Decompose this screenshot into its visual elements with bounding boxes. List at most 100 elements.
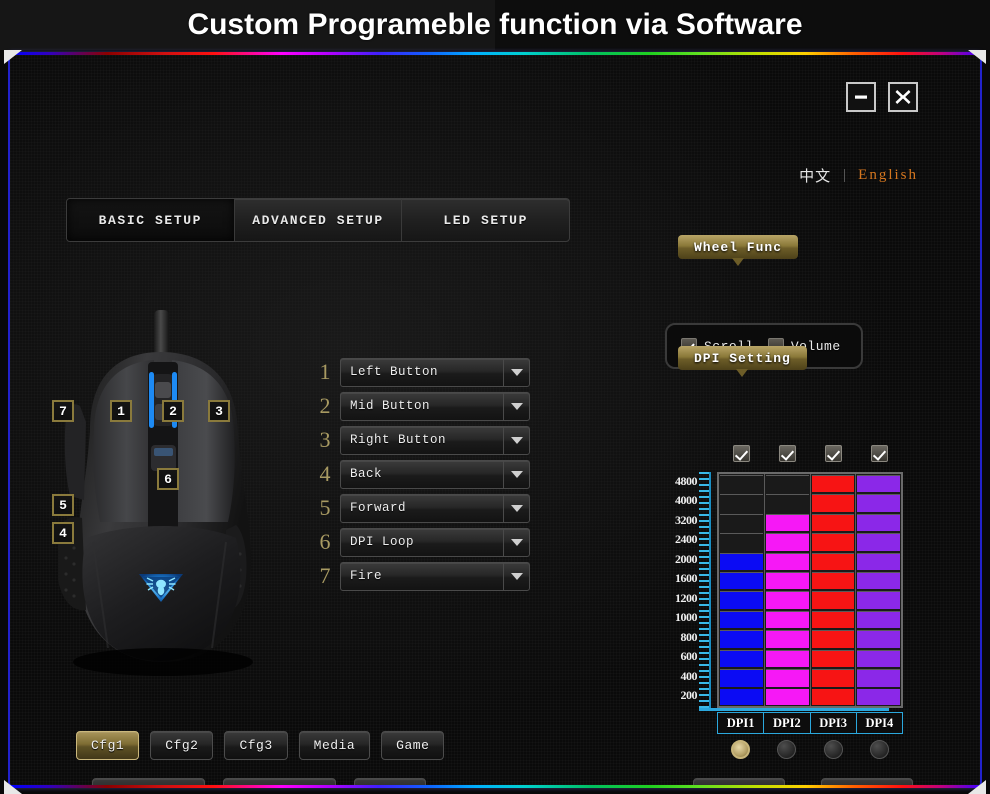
chevron-down-icon[interactable]: [503, 358, 529, 386]
config-button-cfg3[interactable]: Cfg3: [224, 731, 288, 760]
dpi-cell-3-2000[interactable]: [811, 552, 855, 571]
language-english[interactable]: English: [858, 167, 918, 184]
button-dropdown-5[interactable]: Forward: [340, 493, 530, 523]
dpi-column-1[interactable]: [719, 474, 765, 706]
apply-button[interactable]: Apply: [693, 778, 785, 785]
dpi-cell-3-200[interactable]: [811, 688, 855, 705]
dpi-cell-3-4800[interactable]: [811, 474, 855, 493]
close-button[interactable]: [888, 82, 918, 112]
checkbox-dpi4-icon[interactable]: [870, 445, 888, 462]
dpi-cell-3-4000[interactable]: [811, 494, 855, 512]
dpi-column-2[interactable]: [765, 474, 811, 706]
button-assignment-row-4: 4 Back: [310, 457, 550, 491]
dpi-cell-4-1200[interactable]: [857, 591, 900, 609]
dpi-cell-4-800[interactable]: [857, 630, 900, 648]
dpi-cell-1-1000[interactable]: [720, 610, 763, 629]
button-dropdown-6[interactable]: DPI Loop: [340, 527, 530, 557]
dpi-cell-2-600[interactable]: [765, 649, 809, 668]
dpi-cell-1-1600[interactable]: [720, 572, 763, 590]
dpi-cell-4-200[interactable]: [857, 688, 900, 705]
dpi-cell-3-2400[interactable]: [811, 533, 855, 551]
dpi-cell-2-3200[interactable]: [765, 513, 809, 532]
button-dropdown-1[interactable]: Left Button: [340, 357, 530, 387]
button-dropdown-7[interactable]: Fire: [340, 561, 530, 591]
radio-dpi1[interactable]: [730, 740, 750, 759]
config-button-cfg1[interactable]: Cfg1: [76, 731, 140, 760]
tab-basic-setup[interactable]: BASIC SETUP: [67, 199, 235, 241]
dpi-cell-1-200[interactable]: [720, 688, 763, 705]
button-dropdown-2[interactable]: Mid Button: [340, 391, 530, 421]
checkbox-dpi2-icon[interactable]: [778, 445, 796, 462]
dpi-cell-3-3200[interactable]: [811, 513, 855, 532]
tab-led-setup[interactable]: LED SETUP: [402, 199, 569, 241]
chevron-down-icon[interactable]: [503, 426, 529, 454]
tab-advanced-setup[interactable]: ADVANCED SETUP: [235, 199, 403, 241]
dpi-bar-grid[interactable]: [717, 472, 903, 708]
dpi-column-4[interactable]: [856, 474, 901, 706]
dpi-cell-1-2000[interactable]: [720, 552, 763, 571]
dpi-cell-4-2400[interactable]: [857, 533, 900, 551]
export-cfg-button[interactable]: Export Cfg: [92, 778, 206, 785]
dpi-cell-1-4800[interactable]: [720, 474, 763, 492]
language-chinese[interactable]: 中文: [799, 165, 831, 186]
button-dropdown-3[interactable]: Right Button: [340, 425, 530, 455]
dpi-cell-4-1600[interactable]: [857, 572, 900, 590]
dpi-cell-2-2000[interactable]: [765, 552, 809, 571]
dpi-cell-2-800[interactable]: [765, 630, 809, 648]
dpi-cell-3-600[interactable]: [811, 649, 855, 668]
minimize-button[interactable]: [846, 82, 876, 112]
dpi-cell-4-4000[interactable]: [857, 494, 900, 512]
chevron-down-icon[interactable]: [503, 494, 529, 522]
dpi-cell-4-1000[interactable]: [857, 610, 900, 629]
dpi-cell-4-600[interactable]: [857, 649, 900, 668]
button-assignment-row-7: 7 Fire: [310, 559, 550, 593]
import-cfg-button[interactable]: Import Cfg: [223, 778, 337, 785]
dpi-cell-2-1000[interactable]: [765, 610, 809, 629]
dpi-cell-4-4800[interactable]: [857, 474, 900, 493]
radio-dpi4[interactable]: [870, 740, 890, 759]
chevron-down-icon[interactable]: [503, 528, 529, 556]
dpi-cell-2-2400[interactable]: [765, 533, 809, 551]
dpi-cell-3-400[interactable]: [811, 669, 855, 687]
radio-dpi2[interactable]: [777, 740, 797, 759]
button-number-2: 2: [319, 393, 331, 418]
config-button-media[interactable]: Media: [298, 731, 371, 760]
dpi-cell-3-1000[interactable]: [811, 610, 855, 629]
chevron-down-icon[interactable]: [503, 562, 529, 590]
dpi-cell-1-800[interactable]: [720, 630, 763, 648]
dpi-cell-3-1200[interactable]: [811, 591, 855, 609]
dpi-cell-1-600[interactable]: [720, 649, 763, 668]
cancel-button[interactable]: Cancel: [821, 778, 913, 785]
dpi-cell-3-800[interactable]: [811, 630, 855, 648]
dpi-cell-3-1600[interactable]: [811, 572, 855, 590]
dpi-cell-4-2000[interactable]: [857, 552, 900, 571]
button-dropdown-4[interactable]: Back: [340, 459, 530, 489]
dpi3-enable-wrap: [810, 445, 856, 465]
button-number-4: 4: [319, 461, 331, 486]
dpi-cell-2-400[interactable]: [765, 669, 809, 687]
mouse-diagram: 7 1 2 3 6 5 4: [30, 250, 310, 730]
dpi-cell-1-4000[interactable]: [720, 494, 763, 511]
config-button-game[interactable]: Game: [381, 731, 445, 760]
chevron-down-icon[interactable]: [503, 392, 529, 420]
checkbox-dpi3-icon[interactable]: [824, 445, 842, 462]
dpi-cell-2-1600[interactable]: [765, 572, 809, 590]
dpi-cell-1-2400[interactable]: [720, 533, 763, 550]
config-button-cfg2[interactable]: Cfg2: [150, 731, 214, 760]
dpi-cell-2-4800[interactable]: [765, 474, 809, 492]
checkbox-dpi1-icon[interactable]: [732, 445, 750, 462]
language-separator: |: [843, 167, 847, 183]
dpi-cell-1-1200[interactable]: [720, 591, 763, 609]
reset-button[interactable]: Reset: [354, 778, 426, 785]
chevron-down-icon[interactable]: [503, 460, 529, 488]
dpi-cell-2-200[interactable]: [765, 688, 809, 705]
dpi-column-3[interactable]: [811, 474, 857, 706]
radio-dpi3[interactable]: [823, 740, 843, 759]
dpi-cell-1-400[interactable]: [720, 669, 763, 687]
dpi-cell-4-3200[interactable]: [857, 513, 900, 532]
dpi-cell-2-1200[interactable]: [765, 591, 809, 609]
dpi-cell-4-400[interactable]: [857, 669, 900, 687]
dpi-tick-1200: 1200: [675, 590, 698, 605]
dpi-cell-2-4000[interactable]: [765, 494, 809, 511]
dpi-cell-1-3200[interactable]: [720, 513, 763, 531]
